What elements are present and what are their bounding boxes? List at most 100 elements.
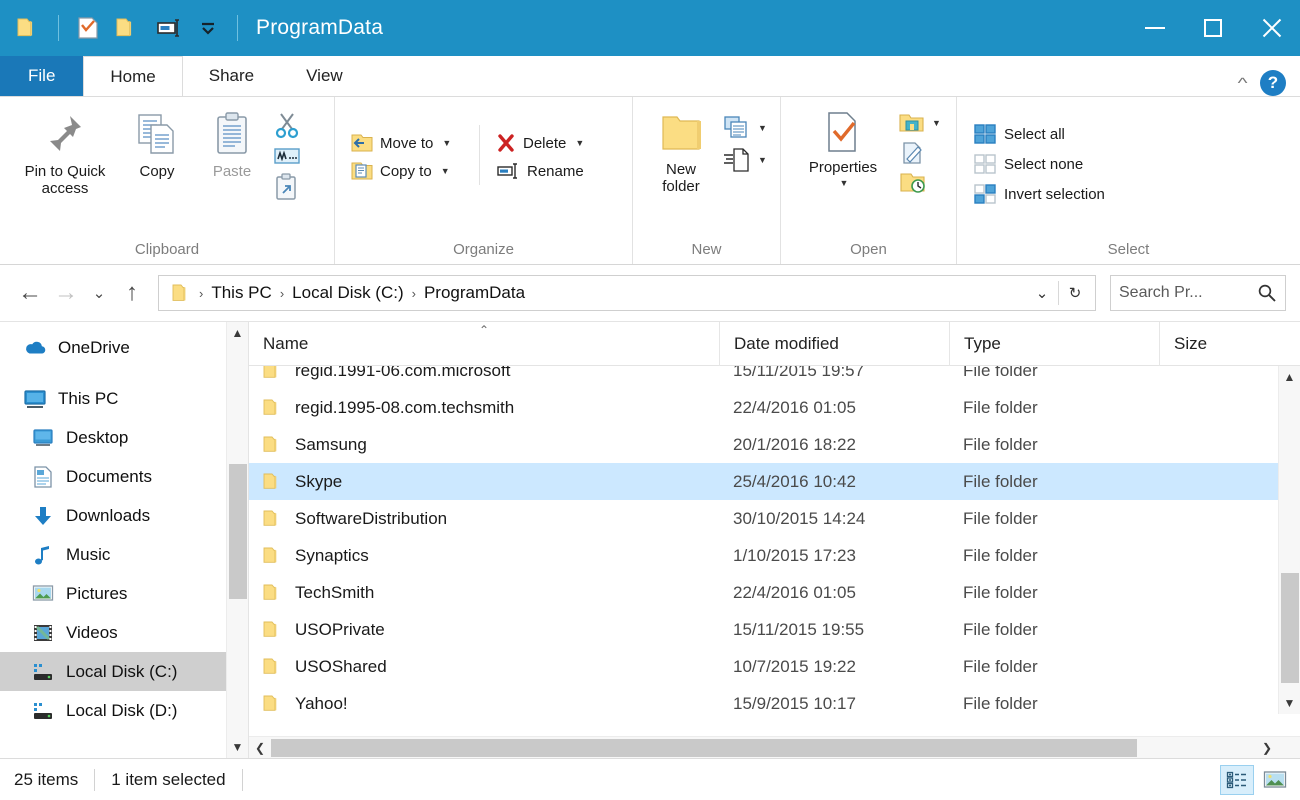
close-button[interactable] <box>1242 0 1300 56</box>
sidebar-scrollbar[interactable]: ▲ ▼ <box>226 322 248 758</box>
horizontal-scroll-thumb[interactable] <box>271 738 1137 757</box>
sidebar-item-local-disk-d[interactable]: Local Disk (D:) <box>0 691 248 730</box>
tab-view[interactable]: View <box>280 56 369 96</box>
maximize-button[interactable] <box>1184 0 1242 56</box>
sidebar-item-this-pc[interactable]: This PC <box>0 379 248 418</box>
new-item-button[interactable]: ▼ <box>719 113 770 143</box>
row-type-cell: File folder <box>963 471 1038 491</box>
search-input[interactable]: Search Pr... <box>1110 275 1286 311</box>
row-name-text: regid.1995-08.com.techsmith <box>295 397 515 417</box>
folder-icon[interactable] <box>14 13 44 43</box>
new-folder-button[interactable]: New folder <box>643 105 719 196</box>
tab-share[interactable]: Share <box>182 56 281 96</box>
copy-to-button[interactable]: Copy to ▼ <box>345 157 479 185</box>
file-list-horizontal-scrollbar[interactable]: ❮ ❯ <box>249 736 1300 758</box>
table-row[interactable]: regid.1991-06.com.microsoft 15/11/2015 1… <box>249 366 1300 389</box>
breadcrumb-separator-2[interactable]: › <box>410 286 418 301</box>
help-icon[interactable]: ? <box>1260 70 1286 96</box>
customize-dropdown-icon[interactable] <box>193 13 223 43</box>
sidebar-item-local-disk-c[interactable]: Local Disk (C:) <box>0 652 248 691</box>
sidebar-item-desktop[interactable]: Desktop <box>0 418 248 457</box>
delete-caret-icon[interactable]: ▼ <box>575 138 584 148</box>
scroll-down-icon[interactable]: ▼ <box>1279 692 1300 714</box>
column-header-type[interactable]: Type <box>949 321 1159 366</box>
up-button[interactable]: ↑ <box>116 277 148 309</box>
open-button[interactable]: ▼ <box>895 109 944 137</box>
copy-to-caret-icon[interactable]: ▼ <box>441 166 450 176</box>
new-item-caret-icon[interactable]: ▼ <box>758 123 767 133</box>
rename-icon[interactable] <box>153 13 183 43</box>
properties-icon[interactable] <box>73 13 103 43</box>
sidebar-scroll-track[interactable] <box>227 344 249 736</box>
scroll-right-icon[interactable]: ❯ <box>1256 737 1278 759</box>
cut-button[interactable] <box>270 109 304 141</box>
open-caret-icon[interactable]: ▼ <box>932 118 941 128</box>
sidebar-scroll-down-icon[interactable]: ▼ <box>227 736 249 758</box>
table-row[interactable]: Yahoo! 15/9/2015 10:17 File folder <box>249 685 1300 722</box>
sidebar-item-videos[interactable]: Videos <box>0 613 248 652</box>
vertical-scroll-track[interactable] <box>1279 388 1300 692</box>
table-row[interactable]: TechSmith 22/4/2016 01:05 File folder <box>249 574 1300 611</box>
sidebar-item-documents[interactable]: Documents <box>0 457 248 496</box>
new-folder-icon[interactable] <box>113 13 143 43</box>
copy-path-button[interactable] <box>270 143 304 169</box>
pin-to-quick-access-button[interactable]: Pin to Quick access <box>10 105 120 198</box>
file-list-vertical-scrollbar[interactable]: ▲ ▼ <box>1278 366 1300 714</box>
scroll-left-icon[interactable]: ❮ <box>249 737 271 759</box>
sidebar-item-onedrive[interactable]: OneDrive <box>0 328 248 367</box>
column-header-size[interactable]: Size <box>1159 321 1300 366</box>
edit-button[interactable] <box>895 139 944 167</box>
copy-button[interactable]: Copy <box>120 105 194 180</box>
forward-button[interactable]: → <box>50 277 82 309</box>
sidebar-item-pictures[interactable]: Pictures <box>0 574 248 613</box>
details-view-button[interactable] <box>1220 764 1254 795</box>
move-to-caret-icon[interactable]: ▼ <box>442 138 451 148</box>
recent-locations-button[interactable]: ⌄ <box>86 277 112 309</box>
back-button[interactable]: ← <box>14 277 46 309</box>
refresh-icon[interactable]: ↻ <box>1059 276 1091 310</box>
address-dropdown-icon[interactable]: ⌄ <box>1026 276 1058 310</box>
tab-home[interactable]: Home <box>83 56 183 96</box>
search-icon[interactable] <box>1257 283 1277 303</box>
tab-file[interactable]: File <box>0 56 84 96</box>
paste-shortcut-button[interactable] <box>270 171 304 203</box>
large-icons-view-button[interactable] <box>1258 765 1292 795</box>
sidebar-scroll-up-icon[interactable]: ▲ <box>227 322 249 344</box>
breadcrumb[interactable]: › This PC › Local Disk (C:) › ProgramDat… <box>158 275 1096 311</box>
invert-selection-button[interactable]: Invert selection <box>967 179 1111 209</box>
select-all-button[interactable]: Select all <box>967 119 1111 149</box>
easy-access-caret-icon[interactable]: ▼ <box>758 155 767 165</box>
history-button[interactable] <box>895 169 944 197</box>
collapse-ribbon-icon[interactable]: ^ <box>1238 75 1248 92</box>
table-row[interactable]: USOShared 10/7/2015 19:22 File folder <box>249 648 1300 685</box>
scroll-up-icon[interactable]: ▲ <box>1279 366 1300 388</box>
properties-caret-icon[interactable]: ▼ <box>840 178 849 188</box>
sidebar-item-downloads[interactable]: Downloads <box>0 496 248 535</box>
properties-button[interactable]: Properties ▼ <box>791 105 895 188</box>
table-row[interactable]: Samsung 20/1/2016 18:22 File folder <box>249 426 1300 463</box>
easy-access-button[interactable]: ▼ <box>719 145 770 175</box>
breadcrumb-item-local-disk-c[interactable]: Local Disk (C:) <box>286 283 409 303</box>
breadcrumb-separator-0[interactable]: › <box>197 286 205 301</box>
column-header-date-modified[interactable]: Date modified <box>719 321 949 366</box>
select-none-button[interactable]: Select none <box>967 149 1111 179</box>
move-to-button[interactable]: Move to ▼ <box>345 129 479 157</box>
table-row-selected[interactable]: Skype 25/4/2016 10:42 File folder <box>249 463 1300 500</box>
table-row[interactable]: regid.1995-08.com.techsmith 22/4/2016 01… <box>249 389 1300 426</box>
row-name-text: TechSmith <box>295 582 375 602</box>
horizontal-scroll-track[interactable] <box>271 737 1256 759</box>
breadcrumb-item-this-pc[interactable]: This PC <box>205 283 277 303</box>
table-row[interactable]: SoftwareDistribution 30/10/2015 14:24 Fi… <box>249 500 1300 537</box>
vertical-scroll-thumb[interactable] <box>1280 573 1299 683</box>
minimize-button[interactable] <box>1126 0 1184 56</box>
table-row[interactable]: USOPrivate 15/11/2015 19:55 File folder <box>249 611 1300 648</box>
rename-button[interactable]: Rename <box>490 157 590 185</box>
breadcrumb-item-programdata[interactable]: ProgramData <box>418 283 531 303</box>
sidebar-item-music[interactable]: Music <box>0 535 248 574</box>
delete-button[interactable]: Delete ▼ <box>490 129 590 157</box>
sidebar-scroll-thumb[interactable] <box>228 464 247 599</box>
paste-button[interactable]: Paste <box>194 105 270 180</box>
table-row[interactable]: Synaptics 1/10/2015 17:23 File folder <box>249 537 1300 574</box>
column-header-name[interactable]: ⌃ Name <box>249 322 719 366</box>
breadcrumb-separator-1[interactable]: › <box>278 286 286 301</box>
